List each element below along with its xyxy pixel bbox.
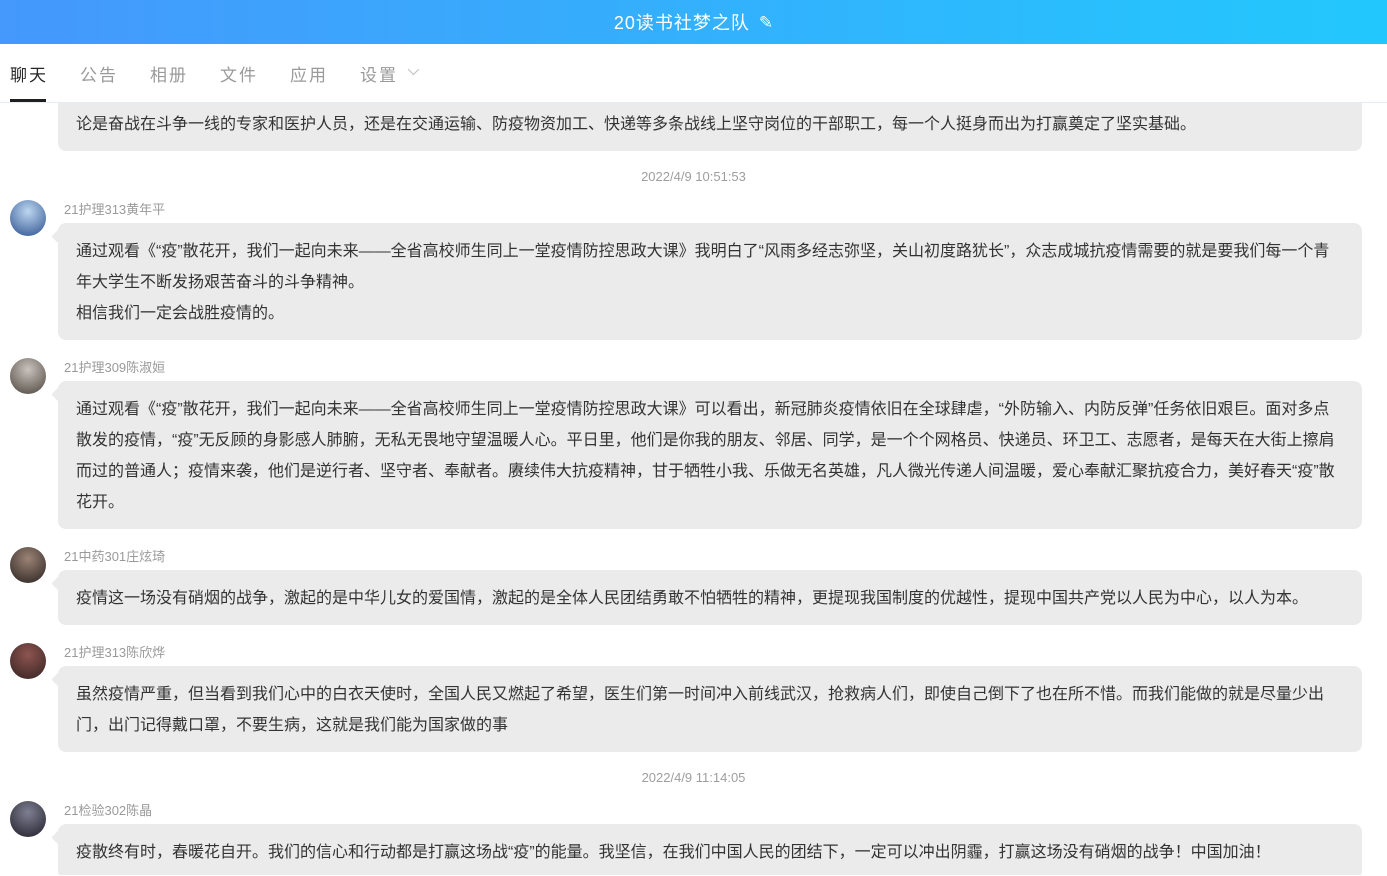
message-line: 疫情这一场没有硝烟的战争，激起的是中华儿女的爱国情，激起的是全体人民团结勇敢不怕… [76, 583, 1344, 614]
tab-bar: 聊天 公告 相册 文件 应用 设置 [0, 44, 1387, 103]
tab-label: 相册 [150, 61, 188, 86]
tab-files[interactable]: 文件 [220, 44, 258, 102]
message-bubble: 疫情这一场没有硝烟的战争，激起的是中华儿女的爱国情，激起的是全体人民团结勇敢不怕… [58, 570, 1362, 625]
message-bubble: 通过观看《“疫”散花开，我们一起向未来——全省高校师生同上一堂疫情防控思政大课》… [58, 223, 1362, 340]
message-bubble: 疫散终有时，春暖花自开。我们的信心和行动都是打赢这场战“疫”的能量。我坚信，在我… [58, 824, 1362, 875]
sender-name: 21护理313陈欣烨 [64, 642, 1387, 663]
message-line: 虽然疫情严重，但当看到我们心中的白衣天使时，全国人民又燃起了希望，医生们第一时间… [76, 679, 1344, 741]
tab-label: 设置 [360, 61, 398, 86]
avatar[interactable] [10, 200, 46, 236]
message-line: 通过观看《“疫”散花开，我们一起向未来——全省高校师生同上一堂疫情防控思政大课》… [76, 394, 1344, 518]
sender-name: 21检验302陈晶 [64, 800, 1387, 821]
tab-label: 文件 [220, 61, 258, 86]
tab-settings[interactable]: 设置 [360, 44, 416, 102]
bubble-tail [51, 227, 69, 245]
message-bubble-partial: 在这场同严重疫情的殊死较量中，中国人民和中华民族以敢于斗争、敢于胜利的大无畏气概… [58, 103, 1362, 151]
message-row: 21护理313黄年平通过观看《“疫”散花开，我们一起向未来——全省高校师生同上一… [0, 199, 1387, 340]
bubble-tail [51, 670, 69, 688]
message-row: 21护理313陈欣烨虽然疫情严重，但当看到我们心中的白衣天使时，全国人民又燃起了… [0, 642, 1387, 752]
avatar[interactable] [10, 358, 46, 394]
avatar[interactable] [10, 801, 46, 837]
message-row: 21护理309陈淑姮通过观看《“疫”散花开，我们一起向未来——全省高校师生同上一… [0, 357, 1387, 529]
edit-title-icon[interactable]: ✎ [759, 13, 773, 33]
chevron-down-icon [408, 64, 419, 75]
message-row: 21中药301庄炫琦疫情这一场没有硝烟的战争，激起的是中华儿女的爱国情，激起的是… [0, 546, 1387, 625]
timestamp: 2022/4/9 10:51:53 [0, 169, 1387, 184]
avatar[interactable] [10, 643, 46, 679]
tab-album[interactable]: 相册 [150, 44, 188, 102]
bubble-tail [51, 828, 69, 846]
sender-name: 21护理309陈淑姮 [64, 357, 1387, 378]
timestamp: 2022/4/9 11:14:05 [0, 770, 1387, 785]
message-line: 通过观看《“疫”散花开，我们一起向未来——全省高校师生同上一堂疫情防控思政大课》… [76, 236, 1344, 298]
tab-announcement[interactable]: 公告 [80, 44, 118, 102]
chat-panel[interactable]: 在这场同严重疫情的殊死较量中，中国人民和中华民族以敢于斗争、敢于胜利的大无畏气概… [0, 103, 1387, 875]
tab-apps[interactable]: 应用 [290, 44, 328, 102]
group-title: 20读书社梦之队 [614, 9, 750, 35]
bubble-tail [51, 385, 69, 403]
avatar[interactable] [10, 547, 46, 583]
message-bubble: 虽然疫情严重，但当看到我们心中的白衣天使时，全国人民又燃起了希望，医生们第一时间… [58, 666, 1362, 752]
message-list: 在这场同严重疫情的殊死较量中，中国人民和中华民族以敢于斗争、敢于胜利的大无畏气概… [0, 103, 1387, 875]
message-line: 疫散终有时，春暖花自开。我们的信心和行动都是打赢这场战“疫”的能量。我坚信，在我… [76, 837, 1344, 868]
sender-name: 21护理313黄年平 [64, 199, 1387, 220]
tab-label: 应用 [290, 61, 328, 86]
tab-label: 公告 [80, 61, 118, 86]
message-bubble: 通过观看《“疫”散花开，我们一起向未来——全省高校师生同上一堂疫情防控思政大课》… [58, 381, 1362, 529]
tab-chat[interactable]: 聊天 [10, 44, 48, 102]
bubble-tail [51, 574, 69, 592]
tab-label: 聊天 [10, 61, 48, 86]
message-line: 论是奋战在斗争一线的专家和医护人员，还是在交通运输、防疫物资加工、快递等多条战线… [76, 109, 1344, 140]
group-header: 20读书社梦之队 ✎ [0, 0, 1387, 44]
message-line: 相信我们一定会战胜疫情的。 [76, 298, 1344, 329]
message-row: 21检验302陈晶疫散终有时，春暖花自开。我们的信心和行动都是打赢这场战“疫”的… [0, 800, 1387, 875]
sender-name: 21中药301庄炫琦 [64, 546, 1387, 567]
